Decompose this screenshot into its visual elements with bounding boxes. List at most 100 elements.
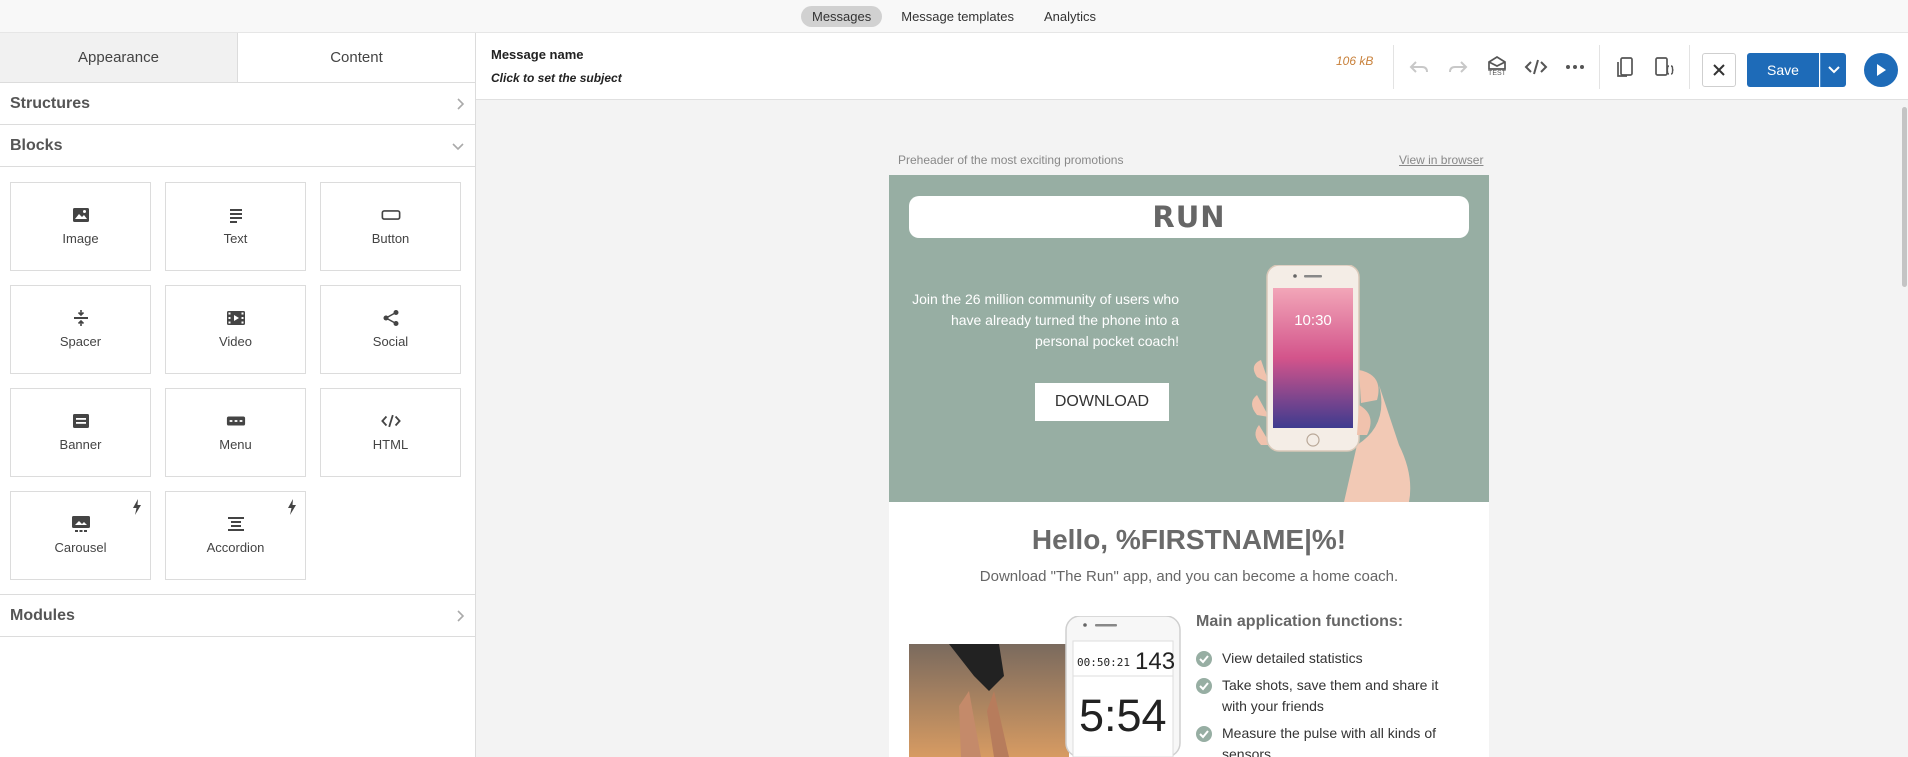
tab-content[interactable]: Content (237, 33, 475, 82)
app-pace: 5:54 (1079, 690, 1167, 741)
block-label: Social (372, 334, 409, 349)
block-label: Banner (59, 437, 102, 452)
more-icon[interactable] (1561, 53, 1589, 81)
subject-field[interactable]: Click to set the subject (491, 71, 622, 85)
test-label: TEST (1488, 70, 1506, 77)
block-label: Spacer (59, 334, 102, 349)
block-text[interactable]: Text (165, 182, 306, 271)
block-label: Video (218, 334, 252, 349)
divider (1599, 45, 1600, 89)
section-blocks[interactable]: Blocks (0, 125, 475, 167)
section-modules-label: Modules (10, 606, 75, 624)
functions-list: View detailed statistics Take shots, sav… (1196, 648, 1456, 757)
block-label: Menu (219, 437, 252, 452)
editor-sidebar: Appearance Content Structures Blocks Ima… (0, 33, 476, 757)
download-button[interactable]: DOWNLOAD (1035, 383, 1169, 421)
blocks-grid: Image Text Button Spacer Video Social Ba… (0, 167, 475, 595)
block-carousel[interactable]: Carousel (10, 491, 151, 580)
canvas-scrollbar[interactable] (1900, 107, 1908, 757)
section-blocks-label: Blocks (10, 136, 63, 154)
spacer-icon (71, 310, 91, 326)
button-icon (381, 207, 401, 223)
list-item: Measure the pulse with all kinds of sens… (1196, 723, 1456, 757)
greeting-heading: Hello, %FIRSTNAME|%! (1031, 524, 1347, 555)
greeting-subtitle: Download "The Run" app, and you can beco… (979, 568, 1399, 585)
phone-in-hand-image: 10:30 (1252, 265, 1411, 502)
code-view-icon[interactable] (1522, 53, 1550, 81)
block-html[interactable]: HTML (320, 388, 461, 477)
test-email-button[interactable]: TEST (1483, 53, 1511, 81)
banner-icon (71, 413, 91, 429)
undo-icon[interactable] (1405, 53, 1433, 81)
text-icon (226, 207, 246, 223)
chevron-down-icon (1827, 66, 1840, 74)
block-label: Carousel (54, 540, 107, 555)
block-label: Button (371, 231, 410, 246)
view-in-browser-link[interactable]: View in browser (1399, 153, 1483, 167)
app-timer: 00:50:21 (1077, 656, 1130, 669)
divider (1393, 45, 1394, 89)
tab-message-templates[interactable]: Message templates (890, 6, 1025, 27)
function-text: Measure the pulse with all kinds of sens… (1222, 725, 1436, 757)
block-spacer[interactable]: Spacer (10, 285, 151, 374)
function-text: Take shots, save them and share it with … (1222, 677, 1439, 714)
tab-messages[interactable]: Messages (800, 5, 883, 27)
block-image[interactable]: Image (10, 182, 151, 271)
block-menu[interactable]: Menu (165, 388, 306, 477)
close-button[interactable] (1702, 53, 1736, 87)
email-content-section[interactable]: Hello, %FIRSTNAME|%! Download "The Run" … (889, 502, 1489, 757)
section-modules[interactable]: Modules (0, 595, 475, 637)
image-icon (71, 207, 91, 223)
message-size: 106 kB (1336, 54, 1374, 68)
block-label: Accordion (206, 540, 265, 555)
lightning-icon (287, 499, 297, 519)
play-icon (1877, 64, 1886, 76)
save-button[interactable]: Save (1747, 53, 1819, 87)
logo-text: RUN (909, 196, 1469, 238)
editor-toolbar: Message name Click to set the subject 10… (476, 33, 1908, 100)
preheader-text[interactable]: Preheader of the most exciting promotion… (898, 153, 1123, 167)
check-circle-icon (1196, 651, 1212, 667)
block-label: Text (223, 231, 248, 246)
divider (1689, 45, 1690, 89)
carousel-icon (71, 516, 91, 532)
code-icon (380, 413, 401, 429)
block-accordion[interactable]: Accordion (165, 491, 306, 580)
scrollbar-thumb[interactable] (1902, 107, 1907, 287)
check-circle-icon (1196, 678, 1212, 694)
hero-text: Join the 26 million community of users w… (912, 291, 1179, 349)
block-label: Image (62, 231, 99, 246)
mobile-preview-icon[interactable] (1611, 53, 1639, 81)
email-canvas: Preheader of the most exciting promotion… (476, 100, 1908, 757)
chevron-down-icon (452, 142, 464, 150)
functions-title: Main application functions: (1196, 613, 1404, 630)
amp-preview-icon[interactable] (1650, 53, 1678, 81)
chevron-right-icon (457, 97, 465, 110)
top-navigation: Messages Message templates Analytics (0, 0, 1908, 33)
section-structures[interactable]: Structures (0, 83, 475, 125)
redo-icon[interactable] (1444, 53, 1472, 81)
video-icon (226, 310, 246, 326)
chevron-right-icon (457, 609, 465, 622)
tab-analytics[interactable]: Analytics (1033, 6, 1107, 27)
block-banner[interactable]: Banner (10, 388, 151, 477)
block-button[interactable]: Button (320, 182, 461, 271)
check-circle-icon (1196, 726, 1212, 742)
runner-app-image: 00:50:21 143 5:54 (909, 616, 1181, 757)
tab-appearance[interactable]: Appearance (0, 33, 237, 82)
list-item: View detailed statistics (1196, 648, 1456, 669)
block-video[interactable]: Video (165, 285, 306, 374)
preview-play-button[interactable] (1864, 53, 1898, 87)
phone-time: 10:30 (1294, 312, 1332, 329)
sidebar-tabs: Appearance Content (0, 33, 475, 83)
app-count: 143 (1135, 648, 1175, 675)
test-icon (1488, 56, 1506, 70)
function-text: View detailed statistics (1222, 650, 1363, 666)
message-name[interactable]: Message name (491, 47, 584, 62)
hero-banner[interactable]: RUN Join the 26 million community of use… (889, 175, 1489, 502)
share-icon (381, 310, 401, 326)
save-options-dropdown[interactable] (1820, 53, 1846, 87)
block-social[interactable]: Social (320, 285, 461, 374)
section-structures-label: Structures (10, 94, 91, 112)
lightning-icon (132, 499, 142, 519)
